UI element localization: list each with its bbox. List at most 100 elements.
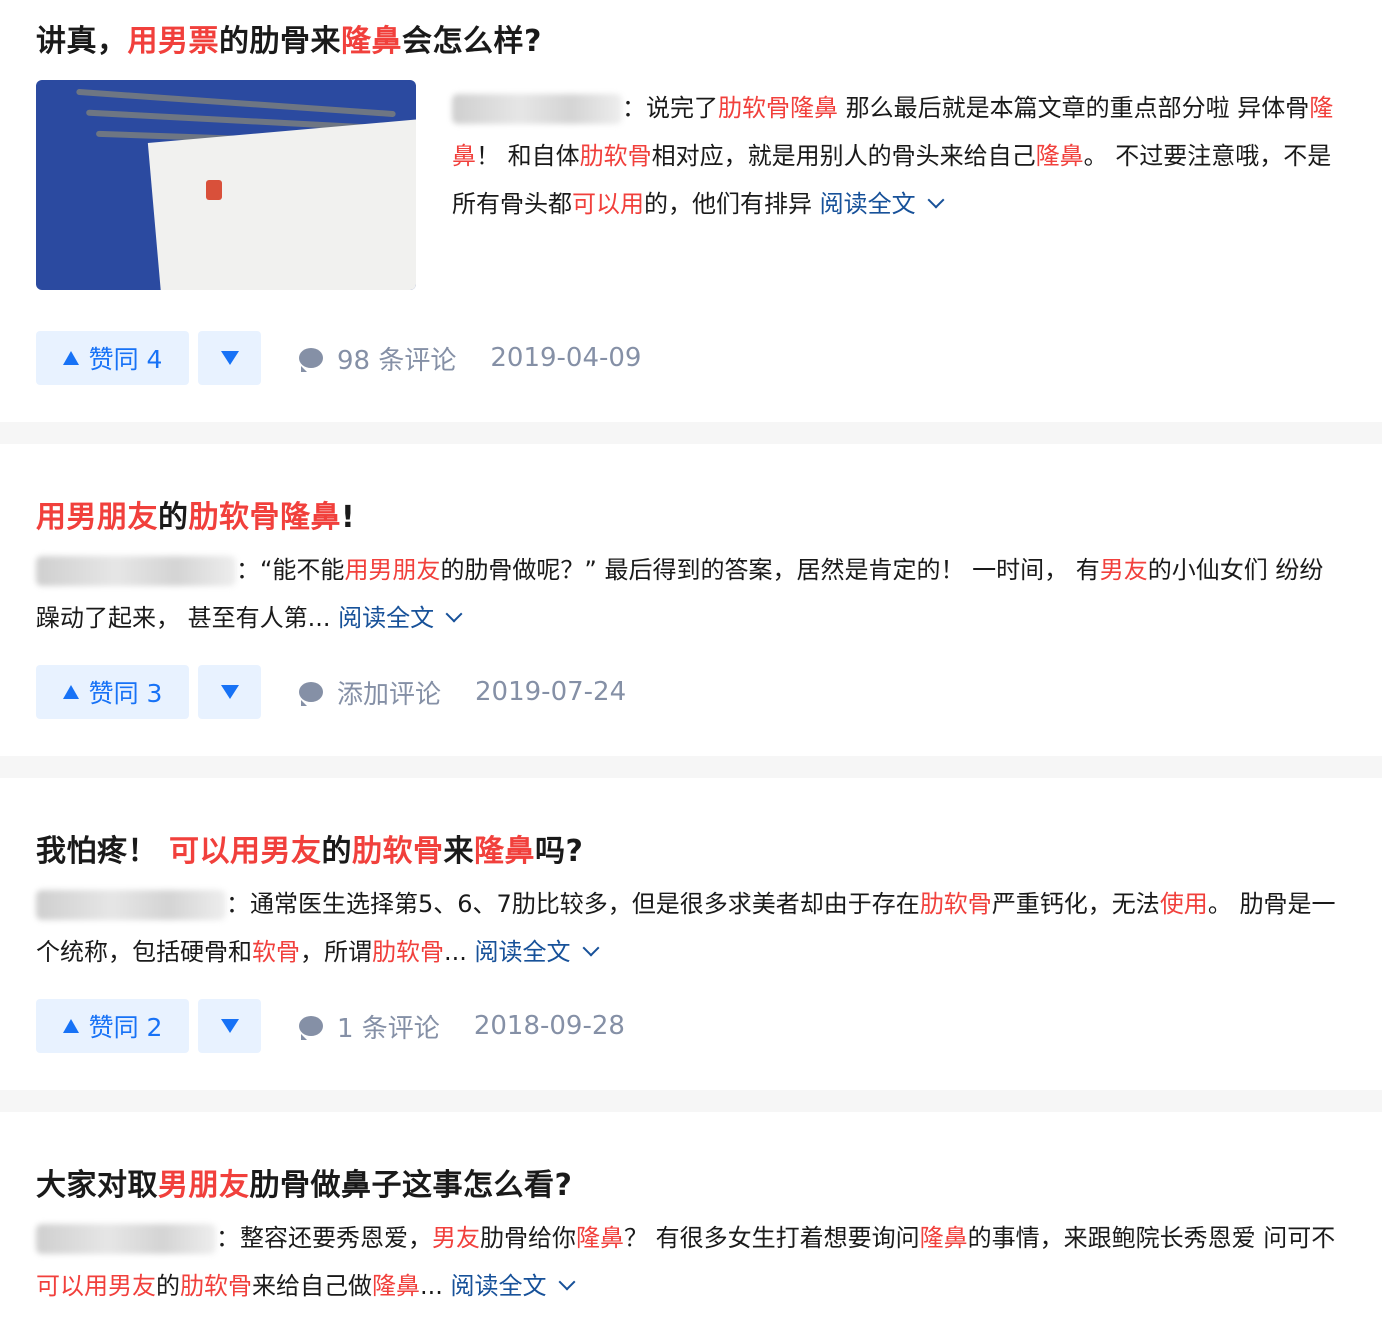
read-more-link[interactable]: 阅读全文	[338, 604, 434, 632]
text-segment: 来	[443, 834, 474, 869]
highlighted-keyword: 肋软骨	[180, 1272, 252, 1300]
upvote-button[interactable]: 赞同 4	[36, 331, 189, 385]
chevron-down-icon[interactable]	[445, 605, 463, 623]
highlighted-keyword: 肋软骨	[579, 142, 652, 170]
comment-button[interactable]: 添加评论	[299, 674, 441, 711]
answer-excerpt[interactable]: ：整容还要秀恩爱，男友肋骨给你隆鼻？ 有很多女生打着想要询问隆鼻的事情，来跟鲍院…	[36, 1214, 1346, 1310]
triangle-down-icon	[220, 685, 239, 699]
highlighted-keyword: 隆鼻	[1035, 142, 1084, 170]
downvote-button[interactable]	[198, 999, 261, 1053]
answer-excerpt[interactable]: ：通常医生选择第5、6、7肋比较多，但是很多求美者却由于存在肋软骨严重钙化，无法…	[36, 880, 1346, 976]
answer-excerpt[interactable]: ：“能不能用男朋友的肋骨做呢？” 最后得到的答案，居然是肯定的！ 一时间， 有男…	[36, 546, 1346, 642]
answer-title[interactable]: 讲真，用男票的肋骨来隆鼻会怎么样?	[36, 16, 542, 60]
answer-thumbnail[interactable]	[36, 80, 416, 290]
highlighted-keyword: 隆鼻	[576, 1224, 624, 1252]
comment-label: 1 条评论	[337, 1013, 440, 1044]
answer-date: 2018-09-28	[473, 1011, 625, 1041]
text-segment: 的	[321, 834, 352, 869]
comment-icon	[299, 1016, 323, 1040]
highlighted-keyword: 软骨	[252, 938, 300, 966]
read-more-link[interactable]: 阅读全文	[451, 1272, 547, 1300]
answer-date: 2019-07-24	[475, 677, 627, 707]
answer-excerpt[interactable]: ：说完了肋软骨隆鼻 那么最后就是本篇文章的重点部分啦 异体骨隆鼻 ！ 和自体肋软骨…	[452, 84, 1352, 228]
comment-button[interactable]: 1 条评论	[299, 1008, 440, 1045]
text-segment: 会怎么样?	[402, 24, 542, 59]
text-segment: 肋骨给你	[480, 1224, 576, 1252]
upvote-label: 赞同 2	[88, 1013, 163, 1042]
text-segment: ？ 有很多女生打着想要询问	[624, 1224, 920, 1252]
highlighted-keyword: 隆鼻	[919, 1224, 968, 1252]
comment-icon	[299, 348, 323, 372]
text-segment: 的	[158, 500, 189, 535]
highlighted-keyword: 隆鼻	[341, 24, 402, 59]
author-name-blurred	[36, 890, 226, 920]
text-segment: ：通常医生选择第5、6、7肋比较多，但是很多求美者却由于存在	[226, 890, 920, 918]
chevron-down-icon[interactable]	[927, 191, 945, 209]
highlighted-keyword: 隆鼻	[372, 1272, 420, 1300]
answer-actions: 赞同 4 98 条评论 2019-04-09	[36, 330, 641, 386]
text-segment: 来给自己做	[252, 1272, 372, 1300]
text-segment: 吗?	[534, 834, 584, 869]
highlighted-keyword: 可以用	[572, 190, 644, 218]
author-name-blurred	[36, 556, 236, 586]
read-more-link[interactable]: 阅读全文	[820, 190, 916, 218]
text-segment: !	[341, 500, 356, 535]
answer-card: 讲真，用男票的肋骨来隆鼻会怎么样? ：说完了肋软骨隆鼻 那么最后就是本篇文章的重…	[0, 0, 1382, 422]
text-segment: ，所谓	[300, 938, 372, 966]
text-segment: 的	[156, 1272, 180, 1300]
excerpt-text: ：整容还要秀恩爱，男友肋骨给你隆鼻？ 有很多女生打着想要询问隆鼻的事情，来跟鲍院…	[36, 1224, 1335, 1300]
triangle-up-icon	[62, 351, 79, 365]
highlighted-keyword: 使用	[1159, 890, 1208, 918]
highlighted-keyword: 可以用男友	[36, 1272, 156, 1300]
answer-card: 大家对取男朋友肋骨做鼻子这事怎么看? ：整容还要秀恩爱，男友肋骨给你隆鼻？ 有很…	[0, 1112, 1382, 1322]
text-segment: 肋骨做鼻子这事怎么看?	[249, 1168, 573, 1203]
highlighted-keyword: 肋软骨隆鼻	[188, 500, 341, 535]
comment-button[interactable]: 98 条评论	[299, 340, 456, 377]
answer-actions: 赞同 2 1 条评论 2018-09-28	[36, 998, 625, 1054]
comment-label: 添加评论	[337, 679, 442, 710]
upvote-button[interactable]: 赞同 3	[36, 665, 189, 719]
answer-card: 我怕疼！ 可以用男友的肋软骨来隆鼻吗? ：通常医生选择第5、6、7肋比较多，但是…	[0, 778, 1382, 1090]
chevron-down-icon[interactable]	[558, 1273, 576, 1291]
answer-title[interactable]: 用男朋友的肋软骨隆鼻!	[36, 492, 355, 536]
downvote-button[interactable]	[198, 665, 261, 719]
highlighted-keyword: 用男朋友	[36, 500, 158, 535]
highlighted-keyword: 男朋友	[158, 1168, 250, 1203]
upvote-button[interactable]: 赞同 2	[36, 999, 189, 1053]
text-segment: 大家对取	[36, 1168, 158, 1203]
text-segment: 的肋骨来	[219, 24, 341, 59]
text-segment: 的，他们有排异	[644, 190, 820, 218]
highlighted-keyword: 可以用男友	[168, 834, 322, 869]
triangle-up-icon	[62, 685, 79, 699]
chevron-down-icon[interactable]	[582, 939, 600, 957]
text-segment: ：说完了	[622, 94, 718, 122]
highlighted-keyword: 男友	[1099, 556, 1148, 584]
answer-card: 用男朋友的肋软骨隆鼻! ：“能不能用男朋友的肋骨做呢？” 最后得到的答案，居然是…	[0, 444, 1382, 756]
downvote-button[interactable]	[198, 331, 261, 385]
answer-title[interactable]: 我怕疼！ 可以用男友的肋软骨来隆鼻吗?	[36, 826, 583, 870]
text-segment: ...	[444, 938, 475, 966]
text-segment: ：“能不能	[236, 556, 345, 584]
highlighted-keyword: 肋软骨隆鼻	[718, 94, 838, 122]
highlighted-keyword: 用男朋友	[344, 556, 441, 584]
text-segment: 的肋骨做呢？” 最后得到的答案，居然是肯定的！ 一时间， 有	[440, 556, 1100, 584]
upvote-label: 赞同 4	[88, 345, 163, 374]
triangle-down-icon	[220, 351, 239, 365]
text-segment: ！ 和自体	[476, 142, 580, 170]
answer-date: 2019-04-09	[490, 343, 642, 373]
text-segment: 我怕疼！	[36, 834, 169, 869]
comment-label: 98 条评论	[337, 345, 457, 376]
author-name-blurred	[36, 1224, 216, 1254]
answer-actions: 赞同 3 添加评论 2019-07-24	[36, 664, 626, 720]
read-more-link[interactable]: 阅读全文	[475, 938, 571, 966]
upvote-label: 赞同 3	[88, 679, 163, 708]
text-segment: 相对应，就是用别人的骨头来给自己	[651, 142, 1036, 170]
highlighted-keyword: 肋软骨	[919, 890, 992, 918]
answer-title[interactable]: 大家对取男朋友肋骨做鼻子这事怎么看?	[36, 1160, 572, 1204]
text-segment: 那么最后就是本篇文章的重点部分啦 异体骨	[838, 94, 1310, 122]
author-name-blurred	[452, 94, 622, 124]
triangle-down-icon	[220, 1019, 239, 1033]
text-segment: ：整容还要秀恩爱，	[216, 1224, 432, 1252]
text-segment: ...	[420, 1272, 451, 1300]
excerpt-text: ：通常医生选择第5、6、7肋比较多，但是很多求美者却由于存在肋软骨严重钙化，无法…	[36, 890, 1335, 966]
